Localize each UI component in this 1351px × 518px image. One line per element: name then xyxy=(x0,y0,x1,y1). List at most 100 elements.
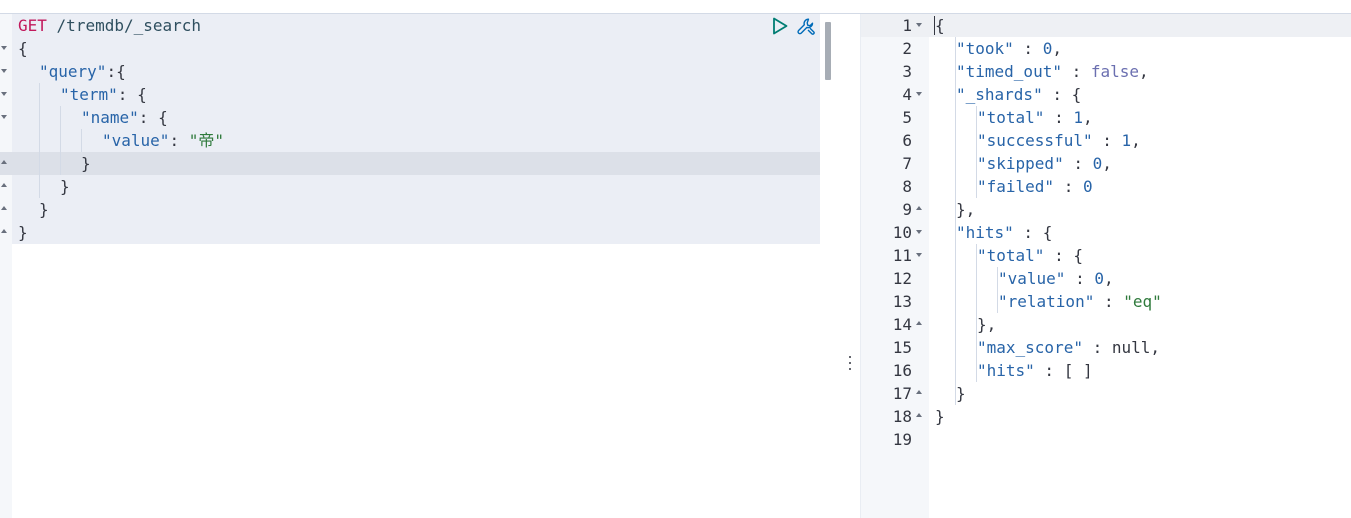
code-line: } xyxy=(935,407,945,426)
fold-toggle-icon[interactable] xyxy=(916,23,922,27)
fold-toggle-icon[interactable] xyxy=(916,321,922,325)
line-number: 15 xyxy=(892,338,912,357)
line-number: 8 xyxy=(902,177,912,196)
fold-toggle-icon[interactable] xyxy=(1,46,7,50)
code-line: "successful" : 1, xyxy=(977,129,1141,152)
fold-toggle-icon[interactable] xyxy=(916,92,922,96)
indent-guide xyxy=(60,106,61,175)
code-line: "hits" : { xyxy=(956,221,1052,244)
request-fold-gutter xyxy=(0,14,12,518)
json-punct: : xyxy=(1013,39,1043,58)
line-number: 3 xyxy=(902,62,912,81)
json-punct: : xyxy=(1065,269,1095,288)
fold-toggle-icon[interactable] xyxy=(1,160,7,164)
line-number: 10 xyxy=(892,223,912,242)
json-punct: , xyxy=(1139,62,1149,81)
json-string: "帝" xyxy=(188,131,224,150)
json-number: 0 xyxy=(1082,177,1093,196)
fold-toggle-icon[interactable] xyxy=(1,69,7,73)
json-punct: : xyxy=(1061,62,1091,81)
line-number: 11 xyxy=(892,246,912,265)
json-key: "hits" xyxy=(956,223,1014,242)
json-punct: : { xyxy=(117,85,147,104)
code-line: } xyxy=(60,177,70,196)
fold-toggle-icon[interactable] xyxy=(1,92,7,96)
code-line: "skipped" : 0, xyxy=(977,152,1112,175)
line-number: 17 xyxy=(892,384,912,403)
json-key: "hits" xyxy=(977,361,1035,380)
json-punct: , xyxy=(1102,154,1112,173)
request-path: /tremdb/_search xyxy=(56,16,202,35)
http-method: GET xyxy=(18,16,47,35)
line-number: 4 xyxy=(902,85,912,104)
code-line: "failed" : 0 xyxy=(977,175,1093,198)
code-line: "hits" : [ ] xyxy=(977,359,1093,382)
line-number: 9 xyxy=(902,200,912,219)
json-key: "value" xyxy=(102,131,170,150)
json-key: "term" xyxy=(60,85,118,104)
run-request-button[interactable] xyxy=(771,17,789,35)
json-number: 0 xyxy=(1092,154,1103,173)
code-line: }, xyxy=(956,200,976,219)
json-punct: : xyxy=(1044,108,1074,127)
json-punct: , xyxy=(1103,269,1114,288)
json-punct: : { xyxy=(1013,223,1053,242)
play-icon xyxy=(773,17,788,35)
json-punct: , xyxy=(1082,108,1093,127)
json-key: "timed_out" xyxy=(956,62,1062,81)
json-punct: : xyxy=(1092,131,1122,150)
code-line: "_shards" : { xyxy=(956,83,1081,106)
panel-resizer[interactable] xyxy=(843,352,857,374)
code-line: }, xyxy=(977,315,997,334)
request-scrollbar[interactable] xyxy=(825,22,831,80)
json-key: "max_score" xyxy=(977,338,1083,357)
code-line: "term": { xyxy=(60,83,147,106)
fold-toggle-icon[interactable] xyxy=(1,115,7,119)
json-key: "successful" xyxy=(977,131,1093,150)
json-key: "skipped" xyxy=(977,154,1064,173)
code-line: "total" : { xyxy=(977,244,1083,267)
fold-toggle-icon[interactable] xyxy=(916,390,922,394)
code-line: } xyxy=(39,200,49,219)
fold-toggle-icon[interactable] xyxy=(916,230,922,234)
code-line: } xyxy=(956,384,966,403)
request-active-line xyxy=(0,152,820,175)
json-key: "value" xyxy=(998,269,1066,288)
request-settings-button[interactable] xyxy=(796,17,816,37)
code-line: "max_score" : null, xyxy=(977,336,1160,359)
fold-toggle-icon[interactable] xyxy=(1,229,7,233)
code-line: "total" : 1, xyxy=(977,106,1093,129)
json-key: "query" xyxy=(39,62,107,81)
code-line: { xyxy=(935,16,945,35)
json-punct: : { xyxy=(138,108,168,127)
json-punct: : xyxy=(1063,154,1093,173)
line-number: 1 xyxy=(902,16,912,35)
fold-toggle-icon[interactable] xyxy=(916,413,922,417)
fold-toggle-icon[interactable] xyxy=(916,206,922,210)
line-number: 2 xyxy=(902,39,912,58)
json-key: "total" xyxy=(977,108,1045,127)
json-punct: : [ ] xyxy=(1034,361,1093,380)
line-number: 7 xyxy=(902,154,912,173)
line-number: 16 xyxy=(892,361,912,380)
json-key: "_shards" xyxy=(956,85,1043,104)
fold-toggle-icon[interactable] xyxy=(1,183,7,187)
line-number: 12 xyxy=(892,269,912,288)
json-key: "relation" xyxy=(998,292,1095,311)
fold-toggle-icon[interactable] xyxy=(916,253,922,257)
indent-guide xyxy=(81,129,82,152)
json-punct: : xyxy=(169,131,189,150)
json-string: "eq" xyxy=(1123,292,1162,311)
json-punct: :{ xyxy=(106,62,126,81)
code-line: "query":{ xyxy=(39,60,126,83)
indent-guide xyxy=(39,83,40,198)
request-line[interactable]: GET /tremdb/_search xyxy=(18,14,201,37)
line-number: 19 xyxy=(892,430,912,449)
fold-toggle-icon[interactable] xyxy=(1,206,7,210)
json-punct: , xyxy=(1131,131,1141,150)
json-punct: , xyxy=(1052,39,1062,58)
code-line: "value": "帝" xyxy=(102,129,224,152)
code-line: } xyxy=(81,154,91,173)
code-line: "name": { xyxy=(81,106,168,129)
code-line: "value" : 0, xyxy=(998,267,1114,290)
